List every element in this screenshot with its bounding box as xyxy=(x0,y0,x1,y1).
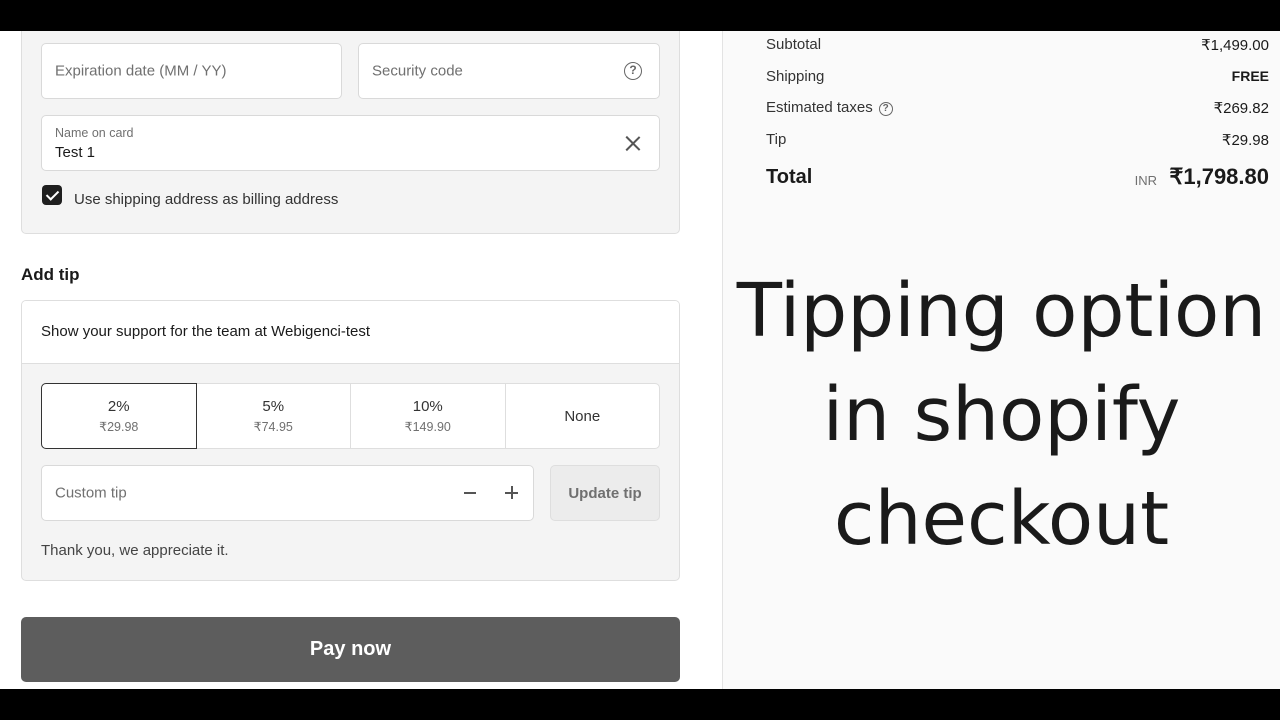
tip-option-percent: 10% xyxy=(412,398,443,415)
shipping-row: Shipping FREE xyxy=(766,68,1269,85)
subtotal-value: ₹1,499.00 xyxy=(1201,37,1269,54)
total-label: Total xyxy=(766,166,813,188)
checkout-page: Expiration date (MM / YY) Security code … xyxy=(0,31,1280,689)
question-circle-icon[interactable]: ? xyxy=(878,102,893,116)
custom-tip-input[interactable]: Custom tip xyxy=(41,465,534,521)
minus-icon[interactable] xyxy=(464,492,476,494)
update-tip-button[interactable]: Update tip xyxy=(550,465,660,521)
tip-options: 2% ₹29.98 5% ₹74.95 10% ₹149.90 None xyxy=(41,383,660,449)
overlay-line-1: Tipping option xyxy=(736,268,1267,354)
currency-code: INR xyxy=(1134,173,1157,188)
order-summary: Subtotal ₹1,499.00 Shipping FREE Estimat… xyxy=(723,31,1280,689)
tip-option-10-percent[interactable]: 10% ₹149.90 xyxy=(351,384,506,448)
tip-option-2-percent[interactable]: 2% ₹29.98 xyxy=(41,383,197,449)
name-on-card-field[interactable]: Name on card Test 1 xyxy=(41,115,660,171)
tip-thanks-text: Thank you, we appreciate it. xyxy=(41,542,229,559)
billing-address-checkbox[interactable] xyxy=(42,185,62,205)
tip-support-header: Show your support for the team at Webige… xyxy=(22,301,679,364)
tip-option-none[interactable]: None xyxy=(506,384,660,448)
pay-now-button[interactable]: Pay now xyxy=(21,617,680,682)
total-row: Total INR ₹1,798.80 xyxy=(766,164,1269,194)
tip-option-amount: ₹29.98 xyxy=(99,420,139,434)
tip-option-amount: ₹74.95 xyxy=(253,420,293,434)
security-code-field[interactable]: Security code ? xyxy=(358,43,660,99)
shipping-label: Shipping xyxy=(766,68,825,85)
name-on-card-value: Test 1 xyxy=(55,144,96,161)
taxes-label: Estimated taxes xyxy=(766,99,873,116)
checkout-main-column: Expiration date (MM / YY) Security code … xyxy=(0,31,722,689)
security-code-placeholder: Security code xyxy=(372,62,463,80)
plus-icon[interactable] xyxy=(505,486,518,499)
tip-row: Tip ₹29.98 xyxy=(766,131,1269,149)
subtotal-label: Subtotal xyxy=(766,36,822,53)
taxes-value: ₹269.82 xyxy=(1213,100,1269,117)
tip-option-amount: ₹149.90 xyxy=(404,420,451,434)
name-on-card-label: Name on card xyxy=(55,126,134,140)
shipping-value: FREE xyxy=(1231,68,1269,84)
billing-address-label[interactable]: Use shipping address as billing address xyxy=(74,191,338,208)
credit-card-form: Expiration date (MM / YY) Security code … xyxy=(21,31,680,234)
tip-option-percent: 5% xyxy=(262,398,285,415)
subtotal-row: Subtotal ₹1,499.00 xyxy=(766,36,1269,54)
close-icon[interactable] xyxy=(624,134,642,152)
total-value: ₹1,798.80 xyxy=(1169,164,1269,189)
expiration-date-placeholder: Expiration date (MM / YY) xyxy=(55,62,227,80)
taxes-row: Estimated taxes? ₹269.82 xyxy=(766,99,1269,117)
tip-value: ₹29.98 xyxy=(1221,132,1269,149)
tip-support-text: Show your support for the team at Webige… xyxy=(41,323,371,340)
tip-option-percent: 2% xyxy=(107,398,130,415)
question-circle-icon[interactable]: ? xyxy=(624,62,642,80)
expiration-date-field[interactable]: Expiration date (MM / YY) xyxy=(41,43,342,99)
overlay-line-2: in shopify xyxy=(822,372,1181,458)
tip-option-none-label: None xyxy=(564,408,601,425)
tip-section: Show your support for the team at Webige… xyxy=(21,300,680,581)
custom-tip-placeholder: Custom tip xyxy=(55,484,127,502)
add-tip-heading: Add tip xyxy=(21,265,80,284)
overlay-line-3: checkout xyxy=(833,476,1170,562)
tip-option-5-percent[interactable]: 5% ₹74.95 xyxy=(197,384,351,448)
tip-label: Tip xyxy=(766,131,787,148)
video-title-overlay: Tipping option in shopify checkout xyxy=(723,259,1280,571)
